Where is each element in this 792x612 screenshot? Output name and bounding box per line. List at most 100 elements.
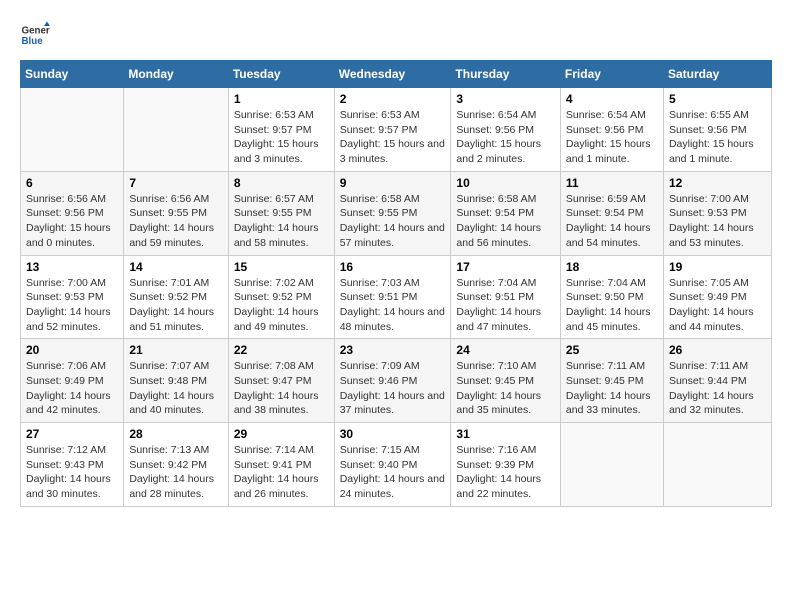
day-number: 3 bbox=[456, 92, 555, 106]
day-number: 4 bbox=[566, 92, 658, 106]
day-number: 17 bbox=[456, 260, 555, 274]
svg-text:General: General bbox=[22, 26, 51, 37]
day-cell: 24 Sunrise: 7:10 AMSunset: 9:45 PMDaylig… bbox=[451, 339, 561, 423]
day-info: Sunrise: 7:00 AMSunset: 9:53 PMDaylight:… bbox=[669, 192, 766, 251]
header-cell-wednesday: Wednesday bbox=[334, 61, 451, 88]
day-info: Sunrise: 7:16 AMSunset: 9:39 PMDaylight:… bbox=[456, 443, 555, 502]
day-info: Sunrise: 6:56 AMSunset: 9:56 PMDaylight:… bbox=[26, 192, 118, 251]
header-cell-sunday: Sunday bbox=[21, 61, 124, 88]
page-header: General Blue bbox=[20, 20, 772, 50]
day-cell: 4 Sunrise: 6:54 AMSunset: 9:56 PMDayligh… bbox=[560, 88, 663, 172]
day-info: Sunrise: 6:55 AMSunset: 9:56 PMDaylight:… bbox=[669, 108, 766, 167]
day-cell: 22 Sunrise: 7:08 AMSunset: 9:47 PMDaylig… bbox=[228, 339, 334, 423]
week-row-2: 6 Sunrise: 6:56 AMSunset: 9:56 PMDayligh… bbox=[21, 171, 772, 255]
day-info: Sunrise: 7:09 AMSunset: 9:46 PMDaylight:… bbox=[340, 359, 446, 418]
day-cell bbox=[663, 423, 771, 507]
day-cell: 6 Sunrise: 6:56 AMSunset: 9:56 PMDayligh… bbox=[21, 171, 124, 255]
day-info: Sunrise: 7:00 AMSunset: 9:53 PMDaylight:… bbox=[26, 276, 118, 335]
day-number: 1 bbox=[234, 92, 329, 106]
day-cell: 27 Sunrise: 7:12 AMSunset: 9:43 PMDaylig… bbox=[21, 423, 124, 507]
day-number: 8 bbox=[234, 176, 329, 190]
day-cell: 17 Sunrise: 7:04 AMSunset: 9:51 PMDaylig… bbox=[451, 255, 561, 339]
day-cell: 18 Sunrise: 7:04 AMSunset: 9:50 PMDaylig… bbox=[560, 255, 663, 339]
day-cell: 26 Sunrise: 7:11 AMSunset: 9:44 PMDaylig… bbox=[663, 339, 771, 423]
logo-icon: General Blue bbox=[20, 20, 50, 50]
day-cell: 12 Sunrise: 7:00 AMSunset: 9:53 PMDaylig… bbox=[663, 171, 771, 255]
day-info: Sunrise: 7:04 AMSunset: 9:50 PMDaylight:… bbox=[566, 276, 658, 335]
day-cell: 7 Sunrise: 6:56 AMSunset: 9:55 PMDayligh… bbox=[124, 171, 228, 255]
day-cell: 9 Sunrise: 6:58 AMSunset: 9:55 PMDayligh… bbox=[334, 171, 451, 255]
day-cell: 25 Sunrise: 7:11 AMSunset: 9:45 PMDaylig… bbox=[560, 339, 663, 423]
day-info: Sunrise: 7:05 AMSunset: 9:49 PMDaylight:… bbox=[669, 276, 766, 335]
svg-text:Blue: Blue bbox=[22, 36, 44, 47]
day-info: Sunrise: 6:58 AMSunset: 9:54 PMDaylight:… bbox=[456, 192, 555, 251]
header-row: SundayMondayTuesdayWednesdayThursdayFrid… bbox=[21, 61, 772, 88]
day-cell: 3 Sunrise: 6:54 AMSunset: 9:56 PMDayligh… bbox=[451, 88, 561, 172]
day-number: 31 bbox=[456, 427, 555, 441]
day-number: 30 bbox=[340, 427, 446, 441]
day-number: 6 bbox=[26, 176, 118, 190]
day-number: 22 bbox=[234, 343, 329, 357]
day-info: Sunrise: 6:54 AMSunset: 9:56 PMDaylight:… bbox=[456, 108, 555, 167]
day-info: Sunrise: 6:56 AMSunset: 9:55 PMDaylight:… bbox=[129, 192, 222, 251]
day-number: 19 bbox=[669, 260, 766, 274]
day-info: Sunrise: 7:04 AMSunset: 9:51 PMDaylight:… bbox=[456, 276, 555, 335]
day-number: 5 bbox=[669, 92, 766, 106]
day-cell: 13 Sunrise: 7:00 AMSunset: 9:53 PMDaylig… bbox=[21, 255, 124, 339]
day-cell: 10 Sunrise: 6:58 AMSunset: 9:54 PMDaylig… bbox=[451, 171, 561, 255]
day-number: 12 bbox=[669, 176, 766, 190]
header-cell-thursday: Thursday bbox=[451, 61, 561, 88]
header-cell-saturday: Saturday bbox=[663, 61, 771, 88]
day-info: Sunrise: 7:03 AMSunset: 9:51 PMDaylight:… bbox=[340, 276, 446, 335]
day-info: Sunrise: 6:59 AMSunset: 9:54 PMDaylight:… bbox=[566, 192, 658, 251]
day-info: Sunrise: 7:15 AMSunset: 9:40 PMDaylight:… bbox=[340, 443, 446, 502]
day-info: Sunrise: 7:12 AMSunset: 9:43 PMDaylight:… bbox=[26, 443, 118, 502]
day-cell: 20 Sunrise: 7:06 AMSunset: 9:49 PMDaylig… bbox=[21, 339, 124, 423]
day-cell: 16 Sunrise: 7:03 AMSunset: 9:51 PMDaylig… bbox=[334, 255, 451, 339]
day-cell bbox=[21, 88, 124, 172]
day-info: Sunrise: 7:10 AMSunset: 9:45 PMDaylight:… bbox=[456, 359, 555, 418]
header-cell-monday: Monday bbox=[124, 61, 228, 88]
day-cell: 21 Sunrise: 7:07 AMSunset: 9:48 PMDaylig… bbox=[124, 339, 228, 423]
day-info: Sunrise: 7:06 AMSunset: 9:49 PMDaylight:… bbox=[26, 359, 118, 418]
day-cell: 31 Sunrise: 7:16 AMSunset: 9:39 PMDaylig… bbox=[451, 423, 561, 507]
day-cell: 14 Sunrise: 7:01 AMSunset: 9:52 PMDaylig… bbox=[124, 255, 228, 339]
day-number: 21 bbox=[129, 343, 222, 357]
day-info: Sunrise: 6:58 AMSunset: 9:55 PMDaylight:… bbox=[340, 192, 446, 251]
day-cell: 11 Sunrise: 6:59 AMSunset: 9:54 PMDaylig… bbox=[560, 171, 663, 255]
header-cell-tuesday: Tuesday bbox=[228, 61, 334, 88]
day-info: Sunrise: 6:54 AMSunset: 9:56 PMDaylight:… bbox=[566, 108, 658, 167]
week-row-1: 1 Sunrise: 6:53 AMSunset: 9:57 PMDayligh… bbox=[21, 88, 772, 172]
day-cell: 15 Sunrise: 7:02 AMSunset: 9:52 PMDaylig… bbox=[228, 255, 334, 339]
day-number: 29 bbox=[234, 427, 329, 441]
day-cell: 2 Sunrise: 6:53 AMSunset: 9:57 PMDayligh… bbox=[334, 88, 451, 172]
day-number: 15 bbox=[234, 260, 329, 274]
day-info: Sunrise: 6:53 AMSunset: 9:57 PMDaylight:… bbox=[340, 108, 446, 167]
day-cell: 29 Sunrise: 7:14 AMSunset: 9:41 PMDaylig… bbox=[228, 423, 334, 507]
day-number: 11 bbox=[566, 176, 658, 190]
day-number: 2 bbox=[340, 92, 446, 106]
day-number: 9 bbox=[340, 176, 446, 190]
day-info: Sunrise: 7:02 AMSunset: 9:52 PMDaylight:… bbox=[234, 276, 329, 335]
day-info: Sunrise: 7:13 AMSunset: 9:42 PMDaylight:… bbox=[129, 443, 222, 502]
day-cell: 8 Sunrise: 6:57 AMSunset: 9:55 PMDayligh… bbox=[228, 171, 334, 255]
day-number: 27 bbox=[26, 427, 118, 441]
day-number: 23 bbox=[340, 343, 446, 357]
week-row-5: 27 Sunrise: 7:12 AMSunset: 9:43 PMDaylig… bbox=[21, 423, 772, 507]
day-info: Sunrise: 7:11 AMSunset: 9:44 PMDaylight:… bbox=[669, 359, 766, 418]
day-number: 10 bbox=[456, 176, 555, 190]
day-number: 13 bbox=[26, 260, 118, 274]
day-cell bbox=[560, 423, 663, 507]
day-cell: 30 Sunrise: 7:15 AMSunset: 9:40 PMDaylig… bbox=[334, 423, 451, 507]
day-number: 20 bbox=[26, 343, 118, 357]
day-info: Sunrise: 7:11 AMSunset: 9:45 PMDaylight:… bbox=[566, 359, 658, 418]
day-number: 25 bbox=[566, 343, 658, 357]
day-number: 7 bbox=[129, 176, 222, 190]
calendar-table: SundayMondayTuesdayWednesdayThursdayFrid… bbox=[20, 60, 772, 507]
day-cell: 5 Sunrise: 6:55 AMSunset: 9:56 PMDayligh… bbox=[663, 88, 771, 172]
logo: General Blue bbox=[20, 20, 50, 50]
day-number: 28 bbox=[129, 427, 222, 441]
day-cell: 28 Sunrise: 7:13 AMSunset: 9:42 PMDaylig… bbox=[124, 423, 228, 507]
day-info: Sunrise: 7:08 AMSunset: 9:47 PMDaylight:… bbox=[234, 359, 329, 418]
day-number: 18 bbox=[566, 260, 658, 274]
